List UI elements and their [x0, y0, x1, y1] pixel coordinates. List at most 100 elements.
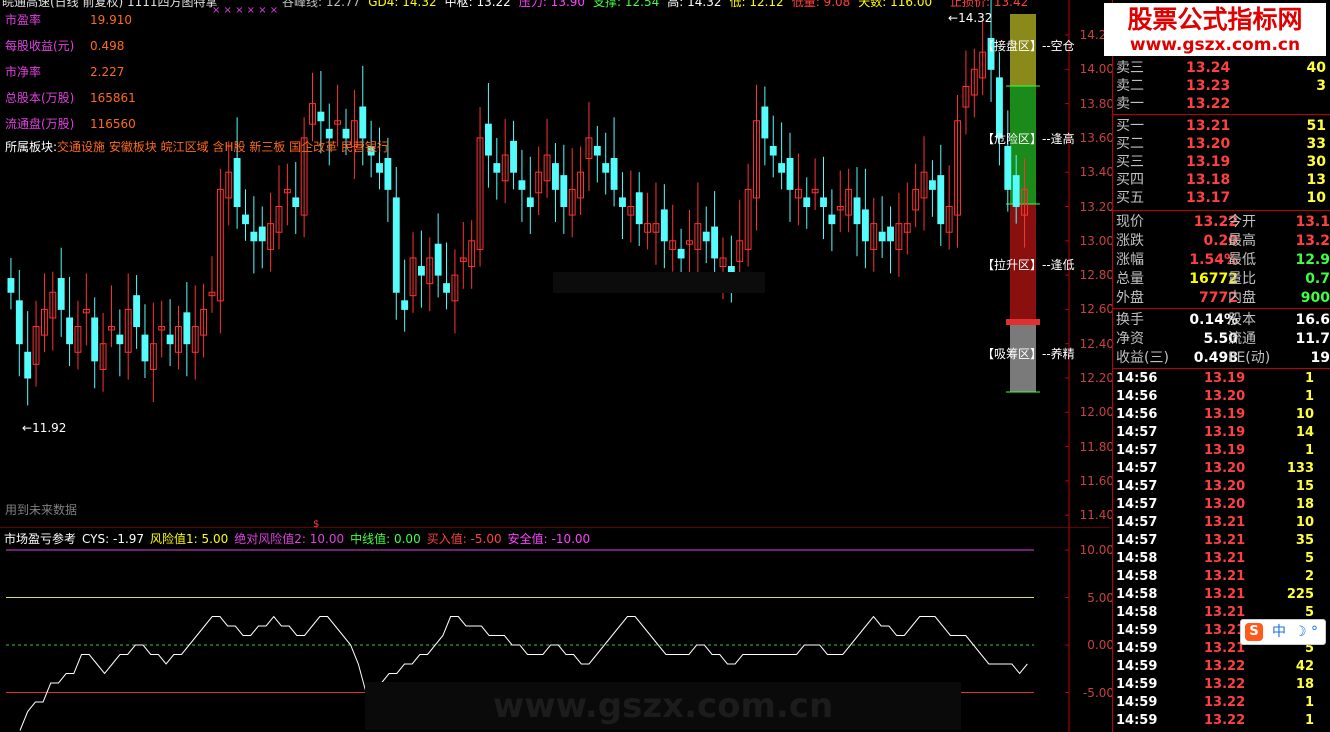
tick-row: 14:56 13.20 1 [1116, 388, 1330, 406]
stats-label: 流通 [1228, 331, 1256, 347]
candle-body [250, 231, 258, 242]
quote-label: 最高 [1228, 233, 1256, 249]
tick-time: 14:57 [1116, 533, 1158, 548]
tick-volume: 14 [1295, 425, 1314, 440]
candle-body [417, 266, 425, 276]
quote-row: 涨幅 1.54% 最低 12.9 [1116, 251, 1330, 269]
cys-axis-label: -5.00 [1082, 686, 1114, 700]
candle-body [57, 278, 65, 310]
tick-volume: 2 [1304, 569, 1314, 584]
candle-body [66, 317, 74, 345]
candle-body [552, 163, 559, 190]
tick-price: 13.20 [1204, 479, 1246, 494]
cys-axis-label: 5.00 [1087, 591, 1114, 605]
tick-volume: 10 [1295, 515, 1314, 530]
quote-label: 总量 [1116, 271, 1144, 287]
tick-time: 14:59 [1116, 659, 1158, 674]
tick-volume: 18 [1295, 497, 1314, 512]
price-axis-label: 13.00 [1079, 233, 1114, 248]
stats-value: 19 [1310, 350, 1330, 366]
stats-value: 11.7 [1295, 331, 1330, 347]
bid-row: 买二 13.20 33 [1116, 135, 1330, 153]
ime-toolbar[interactable]: S 中 ☽ ° [1240, 619, 1326, 645]
price-axis-label: 11.80 [1079, 439, 1114, 454]
tick-volume: 1 [1304, 389, 1314, 404]
tick-price: 13.21 [1204, 533, 1246, 548]
candle-body [1004, 145, 1012, 190]
dark-box [553, 272, 765, 293]
tick-row: 14:57 13.19 1 [1116, 442, 1330, 460]
zone-label-lasheng: 【拉升区】--逢低 [982, 258, 1075, 272]
row-price: 13.20 [1186, 136, 1231, 152]
candle-body [610, 157, 618, 190]
quote-label: 今开 [1228, 214, 1256, 230]
stats-divider [1112, 308, 1330, 309]
candlestick-chart[interactable] [0, 0, 1110, 528]
quote-divider [1112, 210, 1330, 211]
candle-body [677, 248, 685, 259]
tick-time: 14:57 [1116, 443, 1158, 458]
tick-time: 14:57 [1116, 461, 1158, 476]
candle-body [493, 163, 501, 173]
candle-body [593, 145, 601, 156]
low-price-mark: ←11.92 [22, 421, 67, 435]
candle-body [887, 226, 894, 242]
tick-row: 14:59 13.22 42 [1116, 658, 1330, 676]
fundamental-label: 市盈率 [5, 13, 42, 27]
candle-body [1012, 175, 1020, 208]
quote-value: 13.1 [1295, 214, 1330, 230]
price-axis-label: 12.80 [1079, 268, 1114, 283]
zone-label-jiepan: 【接盘区】--空仓 [982, 39, 1075, 53]
price-axis-label: 11.60 [1079, 473, 1114, 488]
candle-body [317, 111, 325, 122]
candle-body [116, 334, 124, 345]
tick-price: 13.20 [1204, 497, 1246, 512]
tick-volume: 1 [1304, 713, 1314, 728]
tick-price: 13.20 [1204, 461, 1246, 476]
candle-body [401, 300, 409, 310]
order-book-divider [1112, 114, 1330, 115]
tick-volume: 225 [1286, 587, 1314, 602]
quote-label: 现价 [1116, 214, 1144, 230]
tick-row: 14:58 13.21 5 [1116, 550, 1330, 568]
candle-body [518, 180, 526, 190]
candle-body [242, 214, 249, 225]
candle-body [392, 197, 400, 293]
tick-price: 13.19 [1204, 443, 1246, 458]
candle-body [15, 300, 23, 345]
tick-price: 13.21 [1204, 605, 1246, 620]
bid-row: 买四 13.18 13 [1116, 171, 1330, 189]
stats-row: 净资 5.50 流通 11.7 [1116, 330, 1330, 348]
quote-value: 12.9 [1295, 252, 1330, 268]
brand-name: 股票公式指标网 [1127, 5, 1303, 34]
ask-row: 卖二 13.23 3 [1116, 77, 1330, 95]
tick-time: 14:58 [1116, 569, 1158, 584]
stats-label: 净资 [1116, 331, 1144, 347]
candle-body [878, 231, 886, 242]
quote-value: 900 [1300, 290, 1330, 306]
ask-row: 卖一 13.22 [1116, 95, 1330, 113]
tick-time: 14:56 [1116, 389, 1158, 404]
tick-volume: 1 [1304, 695, 1314, 710]
stats-value: 16.6 [1295, 312, 1330, 328]
fundamental-value: 19.910 [90, 13, 132, 27]
tick-volume: 18 [1295, 677, 1314, 692]
quote-row: 涨跌 0.20 最高 13.2 [1116, 232, 1330, 250]
dot-icon[interactable]: ° [1311, 620, 1318, 644]
tick-price: 13.21 [1204, 569, 1246, 584]
candle-body [778, 163, 786, 173]
cys-axis-label: 0.00 [1087, 638, 1114, 652]
candle-body [258, 226, 266, 242]
tick-price: 13.21 [1204, 515, 1246, 530]
sector-row: 所属板块:交通设施 安徽板块 皖江区域 含H股 新三板 国企改革 民营银行 [5, 140, 389, 154]
moon-icon[interactable]: ☽ [1294, 620, 1307, 644]
tick-volume: 35 [1295, 533, 1314, 548]
ime-mode[interactable]: 中 [1272, 620, 1286, 644]
tick-time: 14:58 [1116, 605, 1158, 620]
candle-body [861, 209, 869, 242]
ticks-divider [1112, 368, 1330, 369]
tick-time: 14:56 [1116, 371, 1158, 386]
tick-price: 13.21 [1204, 551, 1246, 566]
tick-price: 13.22 [1204, 659, 1246, 674]
candle-body [376, 163, 383, 173]
